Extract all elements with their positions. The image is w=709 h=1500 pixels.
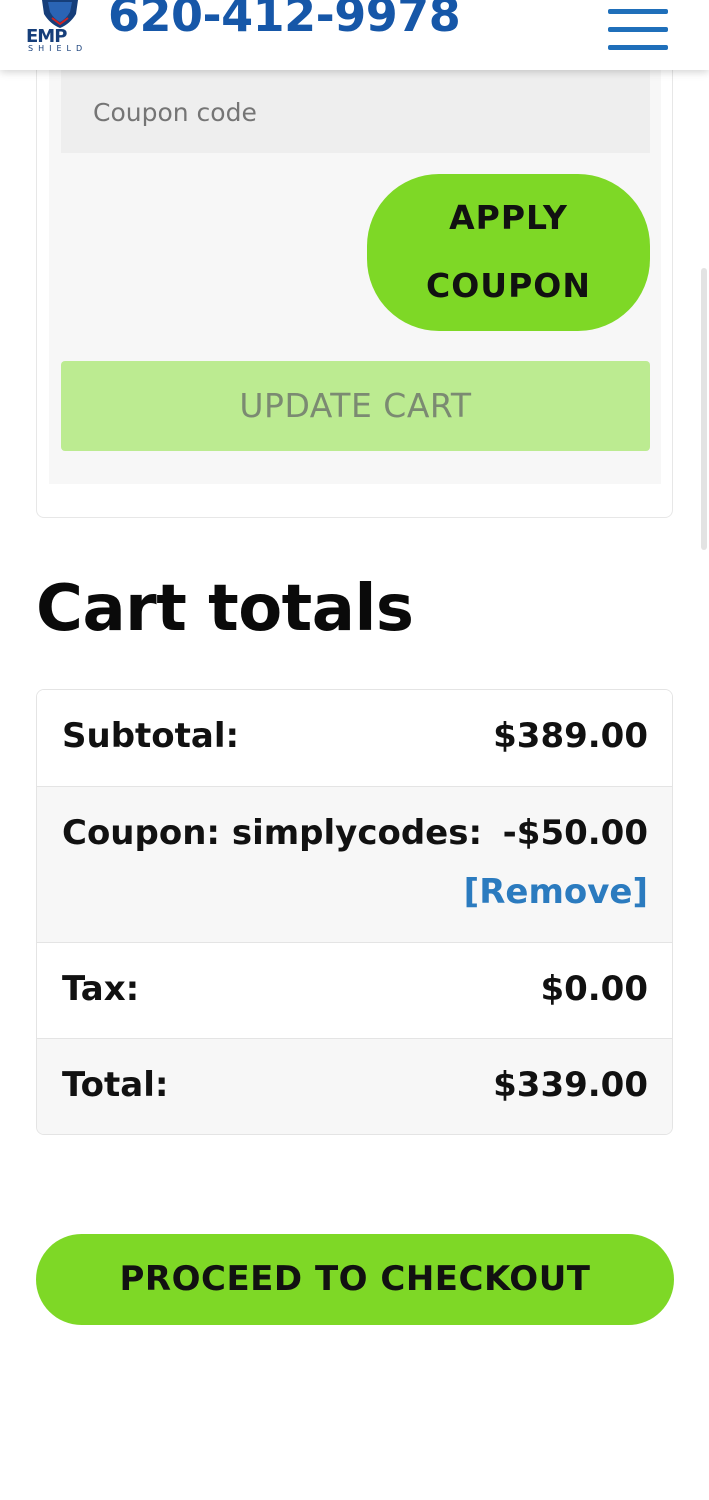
table-row-total: Total: $339.00: [37, 1039, 672, 1134]
page-scrollbar[interactable]: [701, 268, 707, 550]
site-logo[interactable]: EMP SHIELD: [24, 0, 96, 56]
hamburger-menu-icon: [608, 9, 668, 14]
total-label: Total:: [62, 1065, 169, 1105]
apply-coupon-label-line1: APPLY: [449, 198, 568, 237]
table-row-tax: Tax: $0.00: [37, 943, 672, 1039]
tax-value: $0.00: [540, 969, 648, 1009]
coupon-actions: APPLY COUPON UPDATE CART: [49, 41, 661, 484]
total-value: $339.00: [493, 1065, 648, 1105]
table-row-subtotal: Subtotal: $389.00: [37, 690, 672, 787]
coupon-label: Coupon: simplycodes:: [62, 813, 483, 853]
subtotal-label: Subtotal:: [62, 716, 240, 756]
phone-number-link[interactable]: 620-412-9978: [108, 0, 461, 42]
apply-coupon-button[interactable]: APPLY COUPON: [367, 174, 650, 331]
coupon-discount-value: -$50.00: [502, 813, 648, 853]
subtotal-value: $389.00: [493, 716, 648, 756]
remove-coupon-link[interactable]: [Remove]: [464, 872, 648, 912]
proceed-to-checkout-button[interactable]: PROCEED TO CHECKOUT: [36, 1234, 674, 1325]
site-header: EMP SHIELD 620-412-9978: [0, 0, 709, 70]
apply-coupon-label-line2: COUPON: [426, 266, 591, 305]
table-row-coupon: Coupon: simplycodes: -$50.00 [Remove]: [37, 787, 672, 943]
logo-subtext: SHIELD: [28, 44, 88, 53]
hamburger-menu-icon: [608, 27, 668, 32]
cart-totals-title: Cart totals: [36, 572, 414, 646]
coupon-card: APPLY COUPON UPDATE CART: [36, 40, 673, 518]
hamburger-menu-icon: [608, 45, 668, 50]
cart-totals-table: Subtotal: $389.00 Coupon: simplycodes: -…: [36, 689, 673, 1135]
hamburger-menu-button[interactable]: [608, 4, 670, 50]
update-cart-button[interactable]: UPDATE CART: [61, 361, 650, 451]
tax-label: Tax:: [62, 969, 140, 1009]
